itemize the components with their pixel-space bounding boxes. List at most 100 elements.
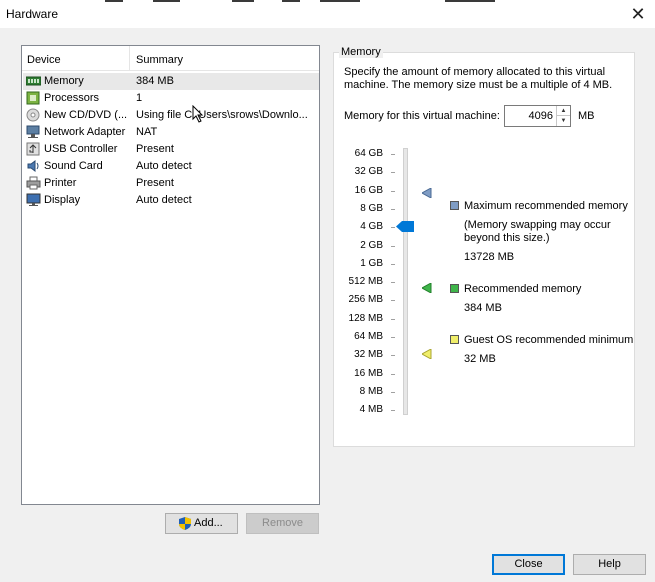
device-summary: 384 MB xyxy=(136,75,174,87)
device-row-usb-controller[interactable]: USB Controller Present xyxy=(23,141,319,158)
device-summary: Auto detect xyxy=(136,160,192,172)
device-row-processors[interactable]: Processors 1 xyxy=(23,90,319,107)
device-summary: Present xyxy=(136,143,174,155)
scale-tick xyxy=(391,190,395,192)
scale-tick xyxy=(391,245,395,247)
device-summary: Present xyxy=(136,177,174,189)
window-title: Hardware xyxy=(6,7,59,21)
device-row-display[interactable]: Display Auto detect xyxy=(23,192,319,209)
column-header-summary[interactable]: Summary xyxy=(130,46,320,71)
device-row-sound-card[interactable]: Sound Card Auto detect xyxy=(23,158,319,175)
scale-label: 2 GB xyxy=(360,239,383,251)
scale-label: 512 MB xyxy=(348,276,383,288)
background-strip xyxy=(445,0,495,2)
uac-shield-icon xyxy=(179,517,191,530)
max-recommended-marker-icon xyxy=(422,188,432,198)
arrow-down-icon: ▼ xyxy=(560,118,567,124)
arrow-up-icon: ▲ xyxy=(560,108,567,114)
recommended-marker-icon xyxy=(422,283,432,293)
scale-label: 32 GB xyxy=(354,166,383,178)
scale-tick xyxy=(391,410,395,412)
device-name: Display xyxy=(44,194,81,206)
increment-button[interactable]: ▲ xyxy=(557,106,570,116)
guest-min-label: Guest OS recommended minimum xyxy=(464,334,634,346)
memory-group-title: Memory xyxy=(339,46,383,58)
device-name: Memory xyxy=(44,75,84,87)
max-recommended-label: Maximum recommended memory xyxy=(464,200,628,212)
guest-min-value: 32 MB xyxy=(464,353,496,365)
scale-label: 4 MB xyxy=(359,404,383,416)
scale-tick xyxy=(391,391,395,393)
background-strip xyxy=(105,0,123,2)
scale-tick xyxy=(391,282,395,284)
scale-label: 64 GB xyxy=(354,148,383,159)
scale-tick xyxy=(391,355,395,357)
device-summary: Auto detect xyxy=(136,194,192,206)
display-icon xyxy=(26,193,41,207)
device-name: Network Adapter xyxy=(44,126,126,138)
device-name: New CD/DVD (... xyxy=(44,109,128,121)
scale-tick xyxy=(391,227,395,229)
memory-unit-label: MB xyxy=(578,110,595,122)
memory-slider-track[interactable] xyxy=(403,148,408,415)
device-row-network-adapter[interactable]: Network Adapter NAT xyxy=(23,124,319,141)
memory-size-stepper[interactable]: 4096 ▲ ▼ xyxy=(504,105,571,127)
printer-icon xyxy=(26,176,41,190)
title-bar[interactable]: Hardware ✕ xyxy=(0,0,655,28)
scale-label: 32 MB xyxy=(354,349,383,361)
recommended-label: Recommended memory xyxy=(464,283,582,295)
device-summary: Using file C:\Users\srows\Downlo... xyxy=(136,109,308,121)
device-list[interactable]: Device Summary Memory 384 MB Processors … xyxy=(21,45,320,505)
memory-description: Specify the amount of memory allocated t… xyxy=(344,66,613,91)
device-row-memory[interactable]: Memory 384 MB xyxy=(23,73,319,90)
device-name: Printer xyxy=(44,177,77,189)
device-name: USB Controller xyxy=(44,143,118,155)
guest-min-marker-icon xyxy=(422,349,432,359)
recommended-value: 384 MB xyxy=(464,302,502,314)
device-row-cd-dvd[interactable]: New CD/DVD (... Using file C:\Users\srow… xyxy=(23,107,319,124)
help-button[interactable]: Help xyxy=(573,554,646,575)
background-strip xyxy=(153,0,180,2)
background-strip xyxy=(320,0,360,2)
scale-tick xyxy=(391,373,395,375)
scale-tick xyxy=(391,300,395,302)
remove-button[interactable]: Remove xyxy=(246,513,319,534)
memory-slider-thumb[interactable] xyxy=(396,221,414,232)
scale-tick xyxy=(391,154,395,155)
device-summary: NAT xyxy=(136,126,158,138)
hardware-dialog: Hardware ✕ Device Summary Memory 384 MB … xyxy=(0,0,655,582)
memory-size-input[interactable]: 4096 xyxy=(505,110,556,122)
scale-label: 16 GB xyxy=(354,184,383,196)
decrement-button[interactable]: ▼ xyxy=(557,116,570,126)
scale-tick xyxy=(391,208,395,210)
recommended-swatch xyxy=(450,284,459,293)
scale-label: 256 MB xyxy=(348,294,383,306)
device-name: Sound Card xyxy=(44,160,103,172)
scale-tick xyxy=(391,318,395,320)
device-name: Processors xyxy=(44,92,100,104)
scale-tick xyxy=(391,263,395,265)
processor-icon xyxy=(26,91,41,105)
add-button-label: Add... xyxy=(194,517,223,529)
scale-label: 128 MB xyxy=(348,312,383,324)
memory-icon xyxy=(25,74,42,88)
column-header-device[interactable]: Device xyxy=(22,46,130,71)
scale-label: 4 GB xyxy=(360,221,383,233)
scale-label: 8 GB xyxy=(360,202,383,214)
max-recommended-note: (Memory swapping may occur beyond this s… xyxy=(464,219,611,244)
background-strip xyxy=(232,0,254,2)
scale-label: 16 MB xyxy=(354,367,383,379)
scale-label: 1 GB xyxy=(360,257,383,269)
add-button[interactable]: Add... xyxy=(165,513,238,534)
close-window-button[interactable]: ✕ xyxy=(621,0,655,28)
close-button[interactable]: Close xyxy=(492,554,565,575)
max-recommended-swatch xyxy=(450,201,459,210)
mouse-cursor-icon xyxy=(192,105,204,123)
max-recommended-value: 13728 MB xyxy=(464,251,515,263)
scale-label: 8 MB xyxy=(359,385,383,397)
sound-card-icon xyxy=(26,159,41,173)
stepper-buttons: ▲ ▼ xyxy=(556,106,570,126)
device-row-printer[interactable]: Printer Present xyxy=(23,175,319,192)
device-summary: 1 xyxy=(136,92,143,104)
network-adapter-icon xyxy=(26,125,41,139)
